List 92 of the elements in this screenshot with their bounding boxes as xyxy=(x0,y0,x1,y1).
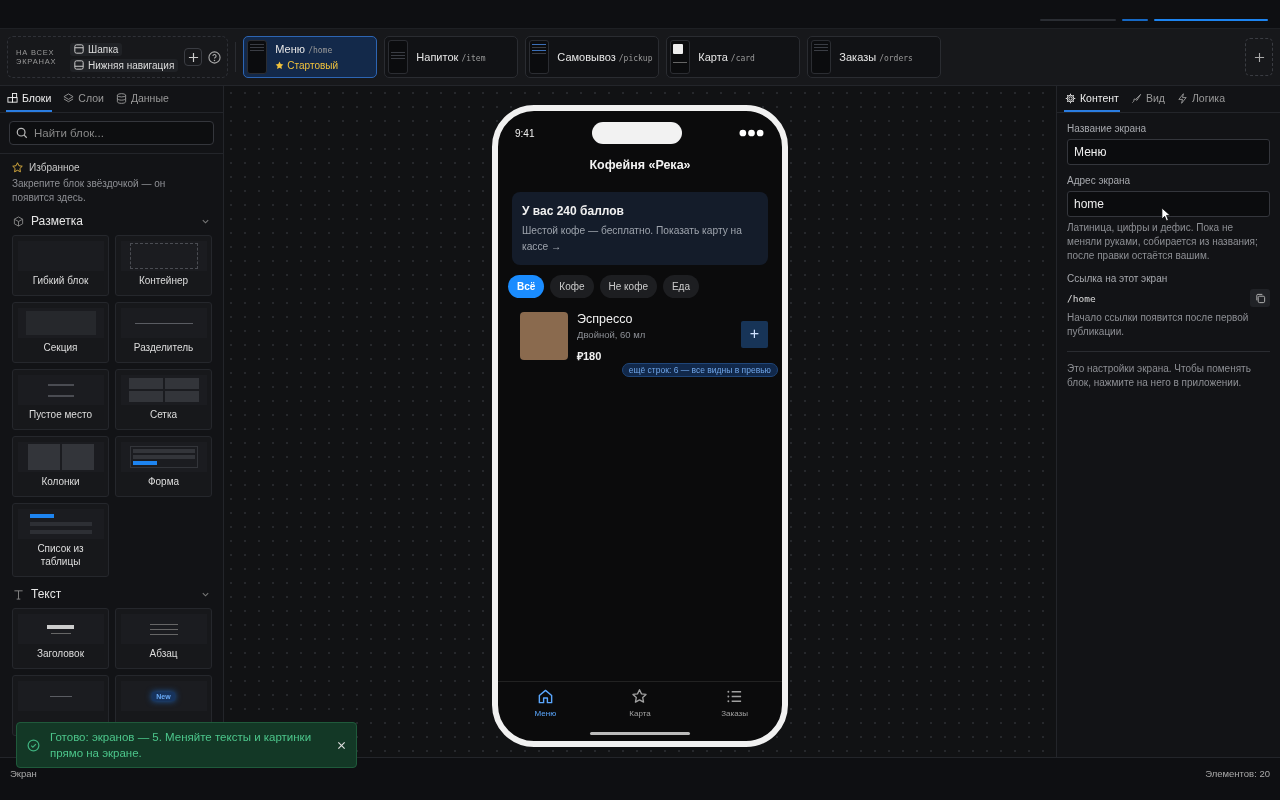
screen-thumbnail xyxy=(811,40,832,74)
plus-icon xyxy=(1253,51,1265,63)
block-card[interactable]: Разделитель xyxy=(115,302,212,363)
field-label: Адрес экрана xyxy=(1067,175,1132,186)
screen-thumbnail xyxy=(670,40,691,74)
status-text: Экран xyxy=(10,768,37,779)
blocks-icon xyxy=(7,92,18,104)
field-hint: Начало ссылки появится после первой публикации. xyxy=(1067,311,1250,339)
block-card[interactable]: Заголовок xyxy=(12,608,109,669)
screen-name: Напиток /item xyxy=(416,51,486,63)
header-layout-icon xyxy=(74,44,84,54)
screen-tab[interactable]: Самовывоз /pickup xyxy=(525,36,660,78)
star-icon xyxy=(12,162,23,173)
lightning-icon xyxy=(1176,92,1188,104)
loyalty-text: Шестой кофе — бесплатно. Показать карту на кассе → xyxy=(522,224,743,254)
global-part-chip[interactable]: Нижняя навигация xyxy=(70,58,179,72)
start-screen-label: Стартовый xyxy=(287,60,339,71)
block-card[interactable]: Секция xyxy=(12,302,109,363)
element-count: Элементов: 20 xyxy=(1205,768,1270,779)
block-card[interactable]: Список из таблицы xyxy=(12,503,109,577)
nav-tab[interactable]: Карта xyxy=(610,688,670,726)
list-icon xyxy=(726,688,744,705)
screen-address-field[interactable]: home xyxy=(1067,191,1270,217)
screen-thumbnail xyxy=(388,40,409,74)
panel-tab[interactable]: Блоки xyxy=(6,86,53,112)
database-icon xyxy=(115,92,127,104)
cube-icon xyxy=(13,215,24,227)
block-card[interactable]: Абзац xyxy=(115,608,212,669)
status-time: 9:41 xyxy=(515,127,535,139)
favorites-hint: Закрепите блок звёздочкой — он появится здесь. xyxy=(12,177,167,204)
screen-name-field[interactable]: Меню xyxy=(1067,139,1270,165)
copy-icon xyxy=(1254,292,1266,304)
nav-tab[interactable]: Меню xyxy=(515,688,576,726)
more-rows-badge: ещё строк: 6 — все видны в превью xyxy=(621,362,778,377)
app-title: Кофейня «Река» xyxy=(588,158,692,172)
panel-tab[interactable]: Логика xyxy=(1175,86,1226,112)
block-card[interactable]: Форма xyxy=(115,436,212,497)
text-icon xyxy=(13,588,24,600)
product-description: Двойной, 60 мл xyxy=(577,328,647,340)
layers-icon xyxy=(63,92,75,104)
field-label: Ссылка на этот экран xyxy=(1067,273,1169,284)
settings-icon xyxy=(1065,92,1076,104)
search-icon xyxy=(16,127,28,139)
field-label: Название экрана xyxy=(1067,123,1148,134)
screen-tab[interactable]: Заказы /orders xyxy=(807,36,942,78)
star-icon xyxy=(275,61,285,70)
product-price: ₽180 xyxy=(577,348,603,363)
product-name: Эспрессо xyxy=(577,311,634,326)
close-icon xyxy=(337,740,346,750)
photo-placeholder xyxy=(520,311,568,360)
loyalty-title: У вас 240 баллов xyxy=(522,204,625,218)
brush-icon xyxy=(1130,92,1142,104)
more-dots-icon xyxy=(739,129,764,137)
category-chip[interactable]: Кофе xyxy=(550,274,594,298)
favorites-title: Избранное xyxy=(29,162,80,173)
copy-button[interactable] xyxy=(1250,289,1270,307)
global-part-chip[interactable]: Шапка xyxy=(70,42,123,56)
panel-tab[interactable]: Слои xyxy=(62,86,105,112)
footer-layout-icon xyxy=(74,60,84,70)
screen-name: Самовывоз /pickup xyxy=(557,51,653,63)
screen-name: Меню /home xyxy=(275,43,334,55)
add-global-part-button[interactable] xyxy=(184,48,203,66)
block-group-header[interactable]: Текст xyxy=(0,577,223,608)
block-group-header[interactable]: Разметка xyxy=(0,204,223,235)
screen-tab[interactable]: Напиток /item xyxy=(384,36,519,78)
screen-thumbnail xyxy=(247,40,268,74)
plus-icon xyxy=(187,51,199,63)
search-field[interactable]: Найти блок... xyxy=(9,121,214,145)
settings-note: Это настройки экрана. Чтобы поменять блок, нажмите на него в приложении. xyxy=(1067,362,1252,390)
home-icon xyxy=(536,688,554,705)
category-chip[interactable]: Не кофе xyxy=(599,274,657,298)
screen-thumbnail xyxy=(529,40,550,74)
category-chip[interactable]: Еда xyxy=(662,274,700,298)
loyalty-card[interactable]: У вас 240 баллов Шестой кофе — бесплатно. Показать карту на кассе → xyxy=(512,192,768,265)
field-hint: Латиница, цифры и дефис. Пока не меняли руками, собирается из названия; после правки остаётся вашим. xyxy=(1067,221,1259,263)
add-to-cart-button[interactable]: + xyxy=(741,320,768,348)
nav-tab[interactable]: Заказы xyxy=(704,688,765,726)
block-card[interactable]: Сетка xyxy=(115,369,212,430)
screen-name: Карта /card xyxy=(698,51,755,63)
help-icon[interactable] xyxy=(208,50,222,64)
panel-tab[interactable]: Контент xyxy=(1064,86,1120,112)
block-card[interactable]: Пустое место xyxy=(12,369,109,430)
screen-name: Заказы /orders xyxy=(839,51,913,63)
block-card[interactable]: Контейнер xyxy=(115,235,212,296)
block-card[interactable]: Гибкий блок xyxy=(12,235,109,296)
panel-tab[interactable]: Данные xyxy=(114,86,170,112)
panel-tab[interactable]: Вид xyxy=(1129,86,1166,112)
screen-tab[interactable]: Карта /card xyxy=(666,36,801,78)
screen-tab[interactable]: Меню /home Стартовый xyxy=(243,36,378,78)
block-card[interactable]: Колонки xyxy=(12,436,109,497)
check-circle-icon xyxy=(27,738,40,752)
star-icon xyxy=(631,688,649,705)
